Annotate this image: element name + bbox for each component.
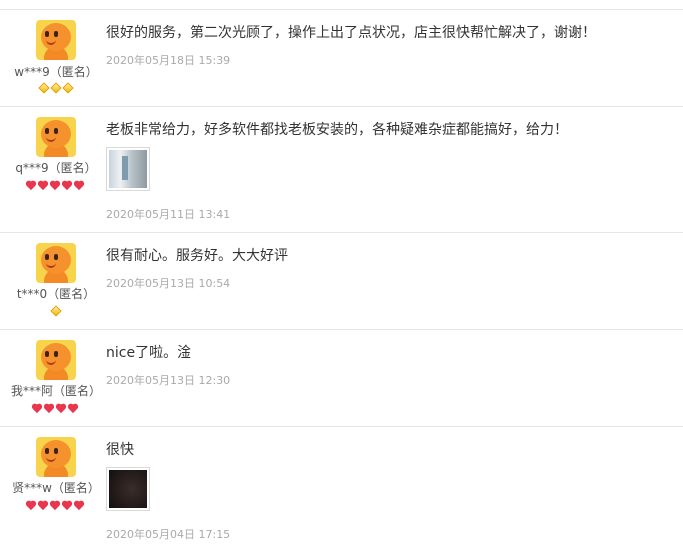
- avatar: [36, 437, 76, 477]
- review-item: 贤***w（匿名） 很快 2020年05月04日 17:15: [0, 427, 683, 544]
- heart-icon: [75, 500, 85, 510]
- heart-icon: [51, 180, 61, 190]
- heart-icon: [27, 500, 37, 510]
- avatar: [36, 243, 76, 283]
- review-date: 2020年05月04日 17:15: [106, 528, 231, 541]
- reviewer-name: 贤***w（匿名）: [12, 481, 100, 495]
- heart-icon: [27, 180, 37, 190]
- review-image-thumbnail[interactable]: [106, 467, 150, 511]
- review-comment: 很有耐心。服务好。大大好评: [106, 248, 288, 264]
- reviewer-name: q***9（匿名）: [15, 161, 97, 175]
- review-date: 2020年05月13日 12:30: [106, 374, 231, 387]
- review-date: 2020年05月11日 13:41: [106, 208, 231, 221]
- heart-icon: [39, 500, 49, 510]
- avatar: [36, 117, 76, 157]
- heart-icon: [75, 180, 85, 190]
- heart-icon: [63, 500, 73, 510]
- reviewer-name: t***0（匿名）: [16, 287, 96, 301]
- diamond-icon: [62, 82, 74, 94]
- review-date: 2020年05月18日 15:39: [106, 54, 231, 67]
- diamond-icon: [38, 82, 50, 94]
- reviewer-badges: [0, 403, 112, 415]
- diamond-icon: [50, 305, 62, 317]
- review-image-thumbnail[interactable]: [106, 147, 150, 191]
- heart-icon: [39, 180, 49, 190]
- reviewer-badges: [0, 180, 112, 192]
- review-comment: nice了啦。淦: [106, 345, 192, 361]
- avatar: [36, 340, 76, 380]
- review-comment: 很快: [106, 442, 134, 458]
- avatar: [36, 20, 76, 60]
- review-comment: 老板非常给力，好多软件都找老板安装的，各种疑难杂症都能搞好，给力！: [106, 122, 568, 138]
- reviewer-name: w***9（匿名）: [14, 65, 98, 79]
- review-item: q***9（匿名） 老板非常给力，好多软件都找老板安装的，各种疑难杂症都能搞好，…: [0, 107, 683, 233]
- heart-icon: [63, 180, 73, 190]
- reviewer-name: 我***阿（匿名）: [10, 384, 101, 398]
- review-item: t***0（匿名） 很有耐心。服务好。大大好评 2020年05月13日 10:5…: [0, 233, 683, 330]
- review-comment: 很好的服务，第二次光顾了，操作上出了点状况，店主很快帮忙解决了，谢谢！: [106, 25, 596, 41]
- reviewer-badges: [0, 305, 112, 318]
- reviewer-badges: [0, 82, 112, 95]
- review-item: w***9（匿名） 很好的服务，第二次光顾了，操作上出了点状况，店主很快帮忙解决…: [0, 10, 683, 107]
- heart-icon: [57, 403, 67, 413]
- reviewer-badges: [0, 500, 112, 512]
- heart-icon: [69, 403, 79, 413]
- review-date: 2020年05月13日 10:54: [106, 277, 231, 290]
- review-item: 我***阿（匿名） nice了啦。淦 2020年05月13日 12:30: [0, 330, 683, 427]
- heart-icon: [33, 403, 43, 413]
- heart-icon: [51, 500, 61, 510]
- diamond-icon: [50, 82, 62, 94]
- heart-icon: [45, 403, 55, 413]
